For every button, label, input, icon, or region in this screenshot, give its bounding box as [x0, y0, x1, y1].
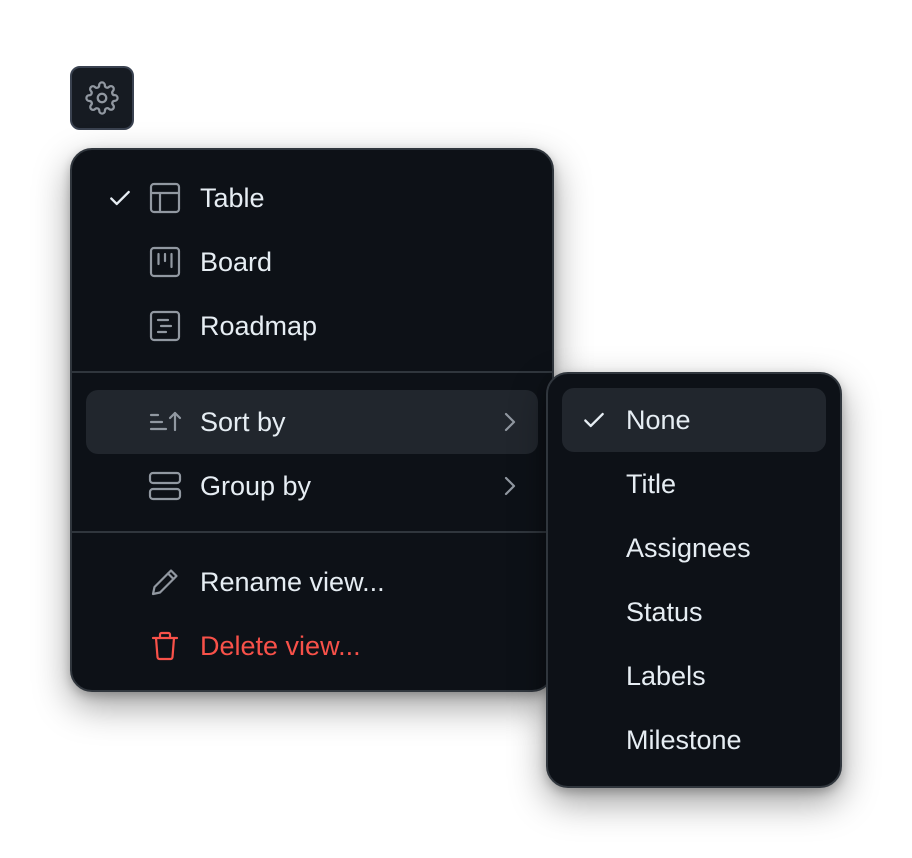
- menu-item-board[interactable]: Board: [86, 230, 538, 294]
- check-icon: [106, 184, 134, 212]
- check-icon: [580, 406, 608, 434]
- sort-option-status[interactable]: Status: [562, 580, 826, 644]
- menu-item-sort-by[interactable]: Sort by: [86, 390, 538, 454]
- menu-divider: [72, 371, 552, 373]
- table-icon: [148, 181, 182, 215]
- menu-item-label: Delete view...: [200, 630, 361, 661]
- menu-item-group-by[interactable]: Group by: [86, 454, 538, 518]
- sort-option-label: Milestone: [626, 724, 742, 755]
- settings-button[interactable]: [70, 66, 134, 130]
- roadmap-icon: [148, 309, 182, 343]
- sort-option-assignees[interactable]: Assignees: [562, 516, 826, 580]
- menu-item-label: Table: [200, 182, 265, 213]
- chevron-right-icon: [500, 410, 520, 434]
- stage: Table Board Roadmap Sort by Group by Ren…: [0, 0, 912, 858]
- menu-item-label: Group by: [200, 470, 312, 501]
- trash-icon: [148, 629, 182, 663]
- menu-item-rename-view[interactable]: Rename view...: [86, 550, 538, 614]
- sort-option-label: Title: [626, 468, 677, 499]
- sort-option-labels[interactable]: Labels: [562, 644, 826, 708]
- sort-option-label: Assignees: [626, 532, 751, 563]
- board-icon: [148, 245, 182, 279]
- sort-option-label: Status: [626, 596, 703, 627]
- menu-item-label: Sort by: [200, 406, 286, 437]
- sort-option-none[interactable]: None: [562, 388, 826, 452]
- menu-divider: [72, 531, 552, 533]
- menu-item-label: Rename view...: [200, 566, 385, 597]
- menu-item-roadmap[interactable]: Roadmap: [86, 294, 538, 358]
- sort-option-milestone[interactable]: Milestone: [562, 708, 826, 772]
- sort-by-submenu: None Title Assignees Status Labels Miles…: [546, 372, 842, 788]
- pencil-icon: [148, 565, 182, 599]
- menu-item-label: Board: [200, 246, 273, 277]
- menu-item-table[interactable]: Table: [86, 166, 538, 230]
- sort-option-title[interactable]: Title: [562, 452, 826, 516]
- gear-icon: [85, 81, 119, 115]
- menu-item-label: Roadmap: [200, 310, 318, 341]
- sort-icon: [148, 405, 182, 439]
- menu-item-delete-view[interactable]: Delete view...: [86, 614, 538, 678]
- chevron-right-icon: [500, 474, 520, 498]
- sort-option-label: None: [626, 404, 691, 435]
- group-icon: [148, 469, 182, 503]
- sort-option-label: Labels: [626, 660, 706, 691]
- view-options-menu: Table Board Roadmap Sort by Group by Ren…: [70, 148, 554, 692]
